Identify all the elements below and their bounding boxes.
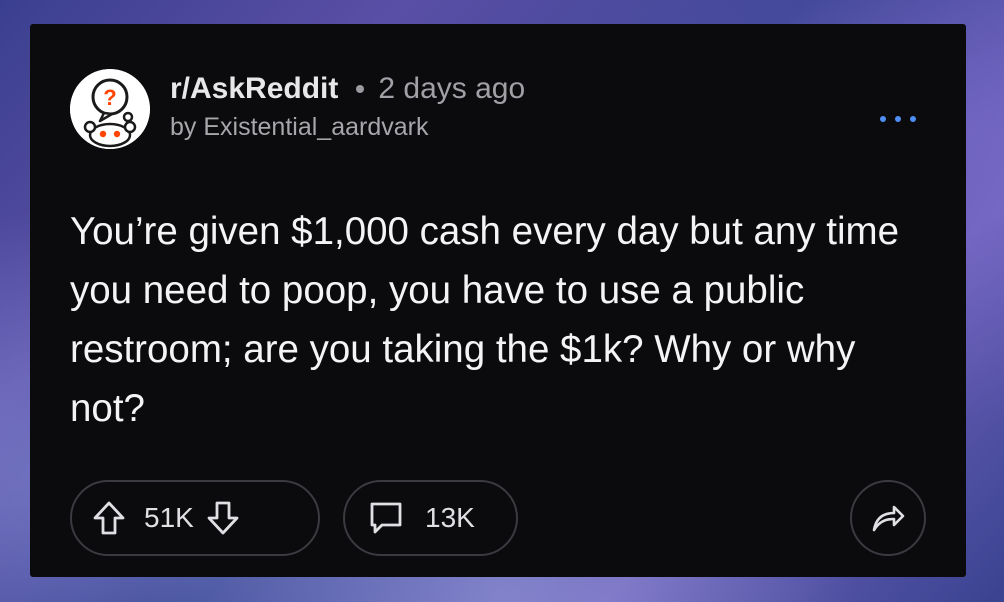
subreddit-name[interactable]: r/AskReddit (170, 72, 338, 106)
vote-control: 51K (70, 480, 320, 556)
comments-button[interactable]: 13K (343, 480, 518, 556)
share-button[interactable] (850, 480, 926, 556)
ellipsis-dot (910, 116, 916, 122)
post-actions: 51K 13K (70, 480, 926, 556)
arrow-up-icon[interactable] (92, 500, 126, 536)
post-header: ? r/AskReddit 2 days ago by Existential_… (70, 69, 926, 149)
comment-bubble-icon (367, 499, 405, 537)
subreddit-avatar[interactable]: ? (70, 69, 150, 149)
post-card[interactable]: ? r/AskReddit 2 days ago by Existential_… (30, 24, 966, 577)
svg-text:?: ? (103, 85, 116, 110)
ellipsis-dot (895, 116, 901, 122)
share-arrow-icon (870, 502, 906, 534)
ellipsis-dot (880, 116, 886, 122)
post-timestamp: 2 days ago (378, 72, 526, 105)
more-options-ellipsis-icon[interactable] (880, 113, 916, 125)
separator-dot (356, 85, 365, 93)
arrow-down-icon[interactable] (206, 500, 240, 536)
post-author[interactable]: by Existential_aardvark (170, 113, 525, 142)
post-meta: r/AskReddit 2 days ago by Existential_aa… (170, 71, 525, 142)
comment-count: 13K (425, 502, 475, 533)
askreddit-snoo-question-icon: ? (70, 69, 150, 149)
upvote-count: 51K (144, 502, 194, 533)
post-title[interactable]: You’re given $1,000 cash every day but a… (70, 202, 930, 438)
